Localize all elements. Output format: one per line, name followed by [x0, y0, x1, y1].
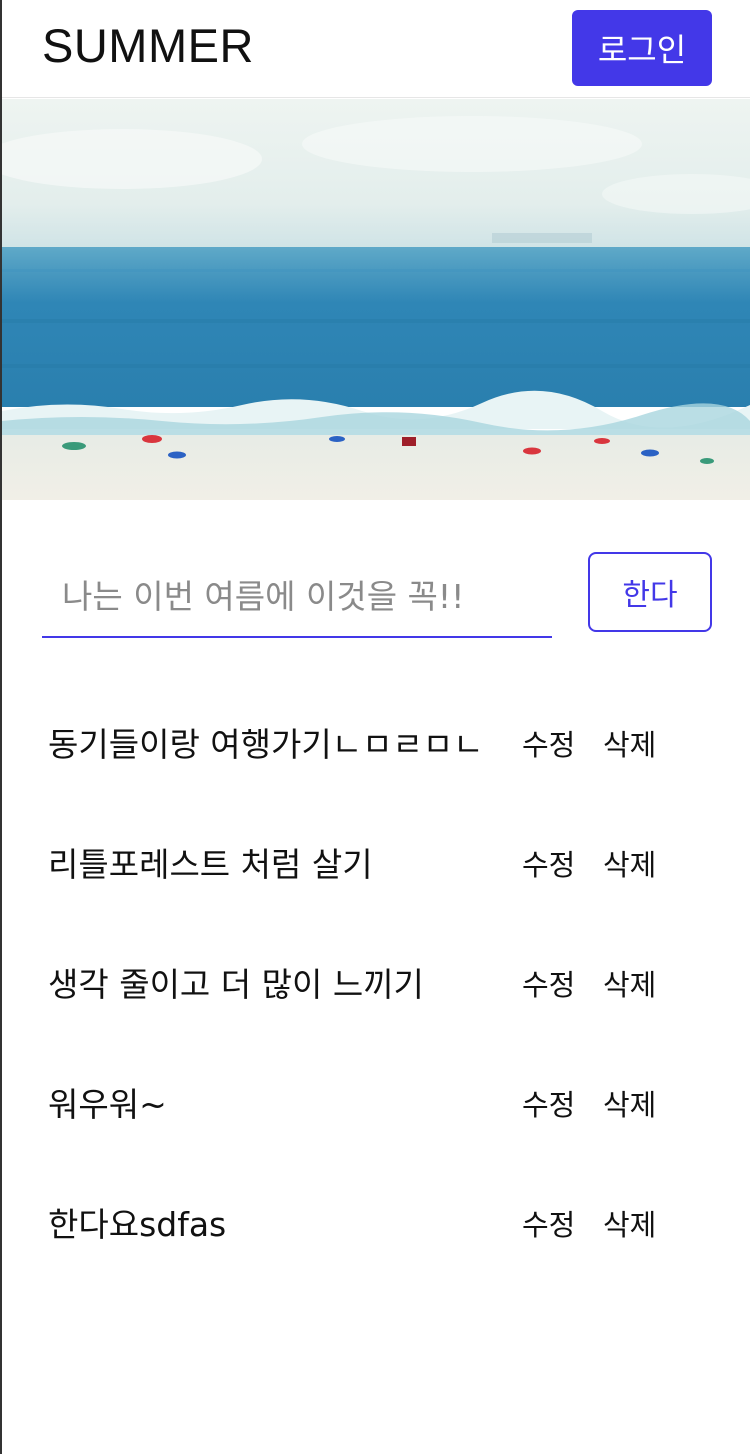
login-button[interactable]: 로그인 — [572, 10, 712, 86]
list-item-text: 동기들이랑 여행가기ㄴㅁㄹㅁㄴ — [48, 725, 484, 764]
brand-logo: SUMMER — [42, 19, 254, 72]
list-item: 워우워~ 수정 삭제 — [0, 1040, 750, 1160]
edit-button[interactable]: 수정 — [522, 1082, 575, 1124]
list-item-text: 리틀포레스트 처럼 살기 — [48, 845, 373, 884]
list-item-text: 워우워~ — [48, 1085, 167, 1124]
submit-goal-button[interactable]: 한다 — [588, 552, 712, 632]
list-item: 한다요sdfas 수정 삭제 — [0, 1160, 750, 1280]
delete-button[interactable]: 삭제 — [603, 1082, 656, 1124]
edit-button[interactable]: 수정 — [522, 1202, 575, 1244]
edit-button[interactable]: 수정 — [522, 722, 575, 764]
list-item-text: 생각 줄이고 더 많이 느끼기 — [48, 965, 424, 1004]
app-header: SUMMER 로그인 — [2, 0, 750, 98]
delete-button[interactable]: 삭제 — [603, 842, 656, 884]
goal-form: 한다 — [0, 500, 750, 660]
beach-illustration — [2, 99, 750, 500]
delete-button[interactable]: 삭제 — [603, 962, 656, 1004]
goal-list: 동기들이랑 여행가기ㄴㅁㄹㅁㄴ 수정 삭제 리틀포레스트 처럼 살기 수정 삭제… — [0, 680, 750, 1280]
edit-button[interactable]: 수정 — [522, 962, 575, 1004]
hero-beach-image — [2, 99, 750, 500]
delete-button[interactable]: 삭제 — [603, 1202, 656, 1244]
list-item: 리틀포레스트 처럼 살기 수정 삭제 — [0, 800, 750, 920]
goal-input[interactable] — [42, 556, 552, 638]
list-item-text: 한다요sdfas — [48, 1205, 227, 1244]
delete-button[interactable]: 삭제 — [603, 722, 656, 764]
edit-button[interactable]: 수정 — [522, 842, 575, 884]
list-item: 동기들이랑 여행가기ㄴㅁㄹㅁㄴ 수정 삭제 — [0, 680, 750, 800]
list-item: 생각 줄이고 더 많이 느끼기 수정 삭제 — [0, 920, 750, 1040]
